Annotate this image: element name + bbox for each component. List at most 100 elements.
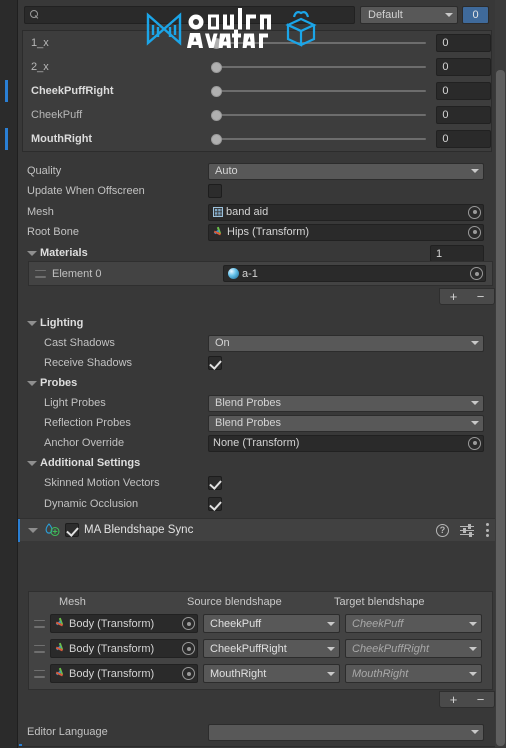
row-light-probes: Light Probes Blend Probes: [18, 393, 495, 413]
mesh-label: Mesh: [27, 206, 54, 218]
object-picker-icon[interactable]: [470, 267, 483, 280]
component-enabled-checkbox[interactable]: [65, 523, 79, 537]
receive-shadows-checkbox[interactable]: [208, 356, 222, 370]
left-gutter: [0, 0, 18, 748]
blendshape-value-field[interactable]: 0: [436, 130, 491, 148]
target-blendshape-dropdown[interactable]: MouthRight: [345, 664, 482, 683]
mesh-object-field[interactable]: Body (Transform): [50, 614, 198, 633]
row-lighting-header[interactable]: Lighting: [18, 313, 495, 333]
preset-icon[interactable]: [460, 523, 474, 537]
chevron-down-icon: [327, 621, 335, 626]
object-picker-icon[interactable]: [182, 617, 195, 630]
object-picker-icon[interactable]: [182, 667, 195, 680]
root-bone-object-field[interactable]: Hips (Transform): [208, 223, 484, 241]
row-probes-header[interactable]: Probes: [18, 373, 495, 393]
blendshape-slider[interactable]: [210, 108, 427, 122]
vertical-scrollbar-track[interactable]: [495, 0, 506, 748]
skinned-motion-vectors-checkbox[interactable]: [208, 476, 222, 490]
material-object-field[interactable]: a-1: [223, 265, 486, 282]
help-icon[interactable]: ?: [436, 523, 449, 537]
probes-header-label: Probes: [40, 377, 78, 389]
blendshape-slider[interactable]: [210, 60, 427, 74]
target-blendshape-dropdown[interactable]: CheekPuff: [345, 614, 482, 633]
row-root-bone: Root Bone Hips (Transform): [18, 222, 495, 242]
quality-label: Quality: [27, 165, 62, 177]
slider-handle[interactable]: [210, 61, 222, 73]
object-picker-icon[interactable]: [468, 205, 481, 219]
blendshape-slider[interactable]: [210, 84, 427, 98]
object-picker-icon[interactable]: [468, 225, 481, 239]
materials-size-field[interactable]: 1: [430, 245, 484, 262]
row-additional-settings-header[interactable]: Additional Settings: [18, 453, 495, 473]
reflection-probes-dropdown[interactable]: Blend Probes: [208, 414, 484, 432]
quality-value: Auto: [215, 165, 238, 177]
mesh-value: Body (Transform): [69, 667, 155, 680]
light-probes-value: Blend Probes: [215, 397, 282, 409]
slider-handle[interactable]: [210, 133, 222, 145]
add-blendshape-binding-button[interactable]: +: [440, 692, 467, 707]
table-row: Body (Transform) CheekPuffRight CheekPuf…: [29, 636, 492, 661]
anchor-override-object-field[interactable]: None (Transform): [208, 434, 484, 452]
editor-language-label: Editor Language: [27, 726, 108, 738]
foldout-arrow-icon[interactable]: [27, 381, 37, 386]
bottom-divider: [18, 746, 495, 747]
blendshape-label: MouthRight: [31, 133, 93, 145]
mesh-object-field[interactable]: band aid: [208, 203, 484, 221]
cast-shadows-dropdown[interactable]: On: [208, 334, 484, 352]
source-blendshape-dropdown[interactable]: MouthRight: [203, 664, 340, 683]
blendshape-value-field[interactable]: 0: [436, 58, 491, 76]
reorder-handle-icon[interactable]: [34, 644, 45, 653]
mesh-object-field[interactable]: Body (Transform): [50, 639, 198, 658]
object-picker-icon[interactable]: [468, 436, 481, 450]
prefab-override-marker-bottom: [19, 744, 22, 746]
source-blendshape-dropdown[interactable]: CheekPuff: [203, 614, 340, 633]
blendshape-slider[interactable]: [210, 132, 427, 146]
cast-shadows-label: Cast Shadows: [44, 337, 115, 349]
remove-material-button[interactable]: −: [467, 289, 494, 304]
chevron-down-icon: [471, 169, 479, 173]
vertical-scrollbar-thumb[interactable]: [496, 70, 505, 746]
foldout-arrow-icon[interactable]: [27, 321, 37, 326]
receive-shadows-label: Receive Shadows: [44, 357, 133, 369]
editor-language-dropdown[interactable]: [208, 723, 484, 741]
blendshape-row: CheekPuff 0: [23, 103, 491, 127]
foldout-arrow-icon[interactable]: [27, 461, 37, 466]
slider-handle[interactable]: [210, 109, 222, 121]
column-header-source-blendshape: Source blendshape: [187, 595, 282, 608]
ma-blendshape-sync-header[interactable]: MA Blendshape Sync ?: [18, 518, 495, 542]
light-probes-dropdown[interactable]: Blend Probes: [208, 394, 484, 412]
update-when-offscreen-label: Update When Offscreen: [27, 185, 145, 197]
remove-blendshape-binding-button[interactable]: −: [467, 692, 494, 707]
row-cast-shadows: Cast Shadows On: [18, 333, 495, 353]
mesh-object-field[interactable]: Body (Transform): [50, 664, 198, 683]
source-blendshape-dropdown[interactable]: CheekPuffRight: [203, 639, 340, 658]
dynamic-occlusion-checkbox[interactable]: [208, 497, 222, 511]
blendshape-value-field[interactable]: 0: [436, 82, 491, 100]
quality-dropdown[interactable]: Auto: [208, 162, 484, 180]
update-when-offscreen-checkbox[interactable]: [208, 184, 222, 198]
kebab-menu-icon[interactable]: [485, 523, 489, 537]
material-value: a-1: [242, 267, 258, 280]
blendshape-value-field[interactable]: 0: [436, 106, 491, 124]
chevron-down-icon: [471, 341, 479, 345]
chevron-down-icon: [471, 421, 479, 425]
reorder-handle-icon[interactable]: [34, 669, 45, 678]
light-probes-label: Light Probes: [44, 397, 106, 409]
foldout-arrow-icon[interactable]: [27, 251, 37, 256]
foldout-arrow-icon[interactable]: [28, 527, 38, 533]
reorder-handle-icon[interactable]: [35, 269, 46, 278]
row-materials-header[interactable]: Materials 1: [18, 243, 495, 263]
dynamic-occlusion-label: Dynamic Occlusion: [44, 498, 139, 510]
transform-icon: [55, 618, 66, 629]
reorder-handle-icon[interactable]: [34, 619, 45, 628]
lighting-header-label: Lighting: [40, 317, 84, 329]
row-mesh: Mesh band aid: [18, 202, 495, 222]
target-blendshape-value: MouthRight: [352, 667, 409, 680]
root-bone-label: Root Bone: [27, 226, 79, 238]
transform-icon: [55, 643, 66, 654]
modular-avatar-component-icon: [45, 523, 60, 537]
add-material-button[interactable]: +: [440, 289, 467, 304]
object-picker-icon[interactable]: [182, 642, 195, 655]
slider-handle[interactable]: [210, 85, 222, 97]
target-blendshape-dropdown[interactable]: CheekPuffRight: [345, 639, 482, 658]
